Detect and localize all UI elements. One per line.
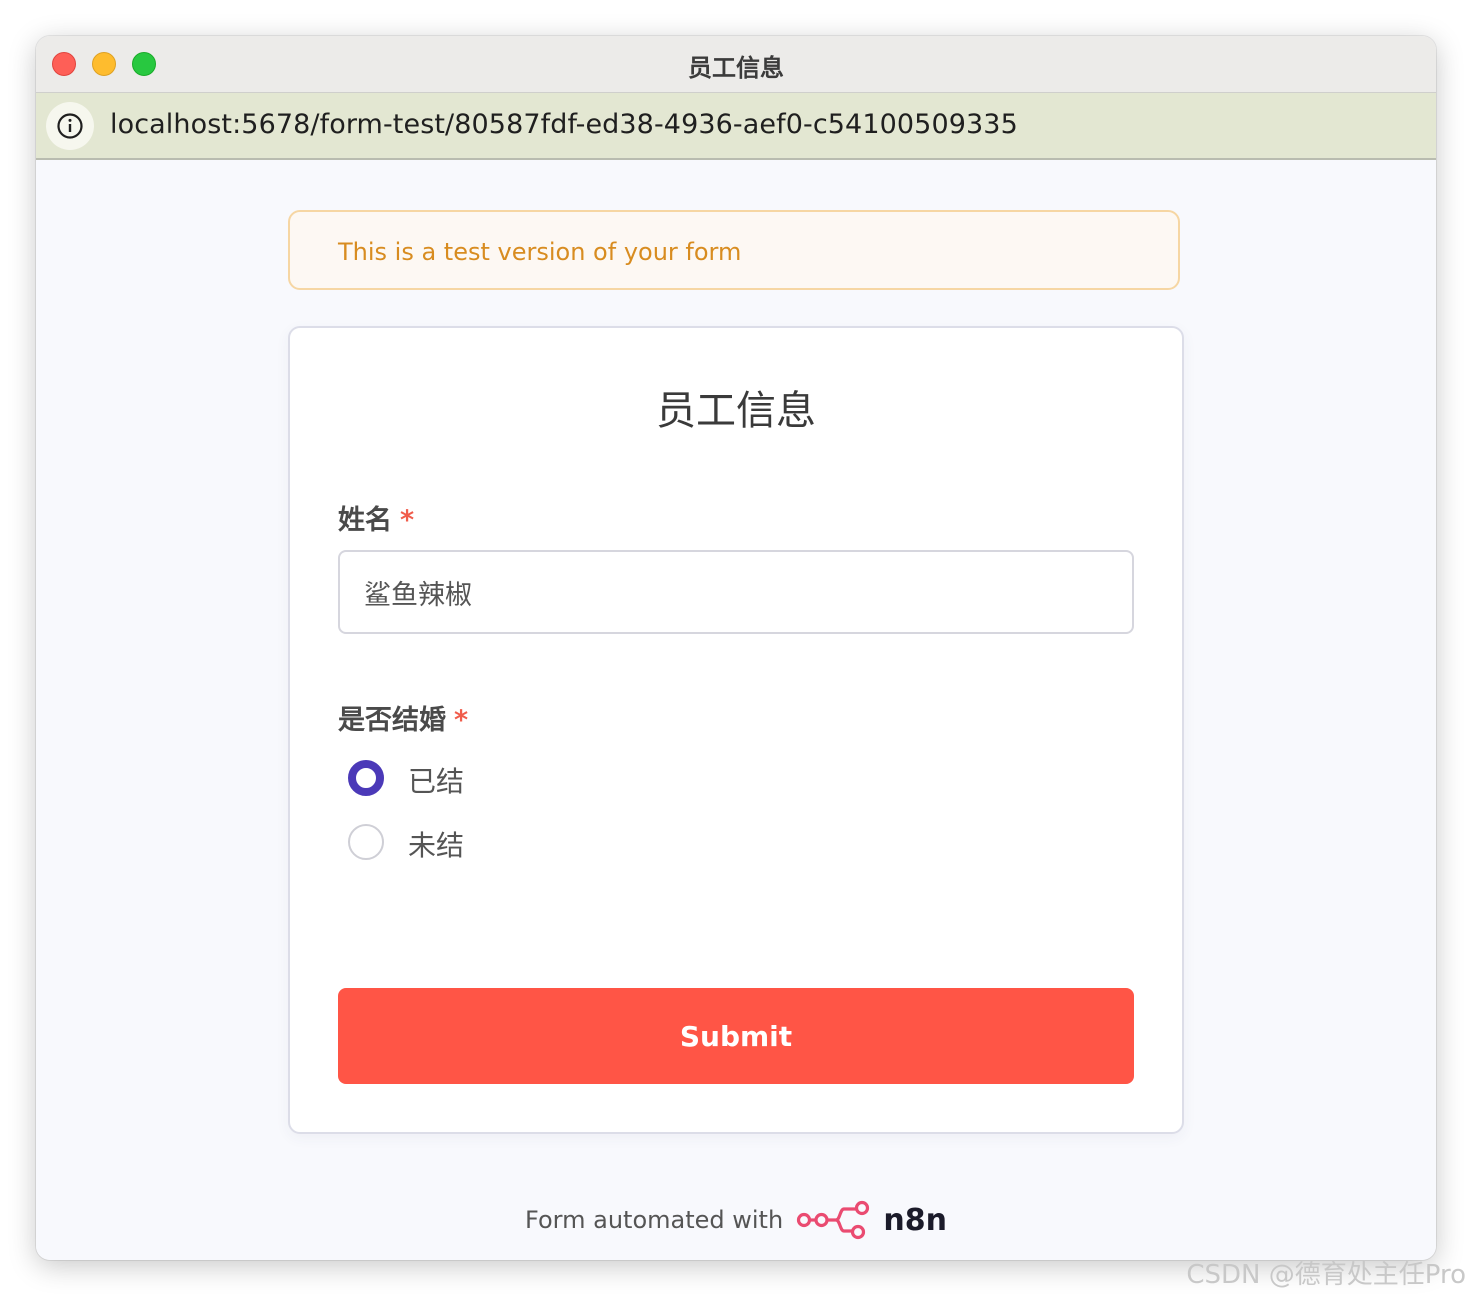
browser-window: 员工信息 localhost:5678/form-test/80587fdf-e… xyxy=(36,36,1436,1260)
title-bar: 员工信息 xyxy=(36,36,1436,93)
form-card: 员工信息 姓名 * 是否结婚 * 已结 未结 Submit xyxy=(288,326,1184,1134)
test-version-banner: This is a test version of your form xyxy=(288,210,1180,290)
radio-button-unchecked[interactable] xyxy=(348,824,384,860)
form-title: 员工信息 xyxy=(656,388,816,434)
radio-option-unmarried[interactable]: 未结 xyxy=(348,824,748,864)
name-label-text: 姓名 xyxy=(338,505,392,536)
window-title: 员工信息 xyxy=(688,54,784,82)
footer-text: Form automated with xyxy=(525,1206,784,1234)
footer-inner: Form automated with n8n xyxy=(525,1200,947,1244)
radio-button-checked[interactable] xyxy=(348,760,384,796)
radio-label-married[interactable]: 已结 xyxy=(408,760,464,800)
name-input[interactable] xyxy=(338,550,1134,634)
required-asterisk: * xyxy=(400,505,415,536)
url-text[interactable]: localhost:5678/form-test/80587fdf-ed38-4… xyxy=(110,109,1018,140)
page-content: This is a test version of your form 员工信息… xyxy=(36,160,1436,1260)
address-bar: localhost:5678/form-test/80587fdf-ed38-4… xyxy=(36,93,1436,160)
required-asterisk: * xyxy=(454,705,469,736)
married-field-label: 是否结婚 * xyxy=(338,698,468,737)
submit-button[interactable]: Submit xyxy=(338,988,1134,1084)
banner-text: This is a test version of your form xyxy=(338,238,742,266)
watermark-text: CSDN @德育处主任Pro xyxy=(1186,1260,1466,1290)
info-circle-icon xyxy=(57,113,83,139)
footer: Form automated with n8n xyxy=(36,1200,1436,1244)
site-info-button[interactable] xyxy=(46,102,94,150)
n8n-logo-icon[interactable] xyxy=(796,1200,874,1240)
radio-option-married[interactable]: 已结 xyxy=(348,760,748,800)
radio-label-unmarried[interactable]: 未结 xyxy=(408,824,464,864)
n8n-brand-text[interactable]: n8n xyxy=(883,1203,947,1238)
married-label-text: 是否结婚 xyxy=(338,705,446,736)
name-field-label: 姓名 * xyxy=(338,498,414,537)
